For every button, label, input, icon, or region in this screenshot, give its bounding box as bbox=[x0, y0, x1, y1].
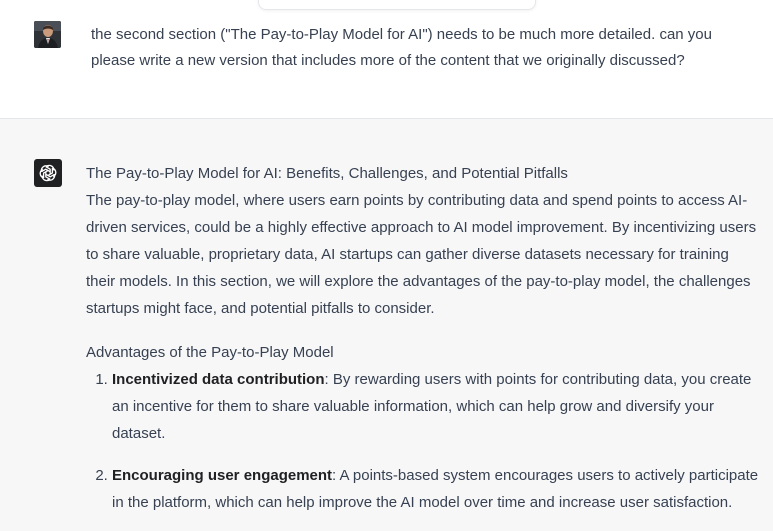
assistant-answer: The Pay-to-Play Model for AI: Benefits, … bbox=[86, 160, 762, 531]
floating-panel bbox=[258, 0, 536, 10]
list-item-title: Incentivized data contribution bbox=[112, 371, 325, 388]
list-item: Encouraging user engagement: A points-ba… bbox=[112, 462, 762, 516]
section-heading: The Pay-to-Play Model for AI: Benefits, … bbox=[86, 165, 568, 182]
list-item-title: Encouraging user engagement bbox=[112, 467, 333, 484]
assistant-avatar bbox=[34, 159, 62, 187]
user-avatar bbox=[34, 21, 61, 48]
user-message-text: the second section ("The Pay-to-Play Mod… bbox=[91, 26, 712, 69]
user-photo-avatar bbox=[34, 21, 61, 48]
advantages-list: Incentivized data contribution: By rewar… bbox=[86, 366, 762, 516]
user-message: the second section ("The Pay-to-Play Mod… bbox=[0, 0, 773, 119]
list-item: Incentivized data contribution: By rewar… bbox=[112, 366, 762, 447]
advantages-subheading: Advantages of the Pay-to-Play Model bbox=[86, 344, 334, 361]
assistant-message: The Pay-to-Play Model for AI: Benefits, … bbox=[0, 119, 773, 527]
intro-paragraph: The pay-to-play model, where users earn … bbox=[86, 192, 757, 317]
openai-logo-icon bbox=[39, 164, 57, 182]
